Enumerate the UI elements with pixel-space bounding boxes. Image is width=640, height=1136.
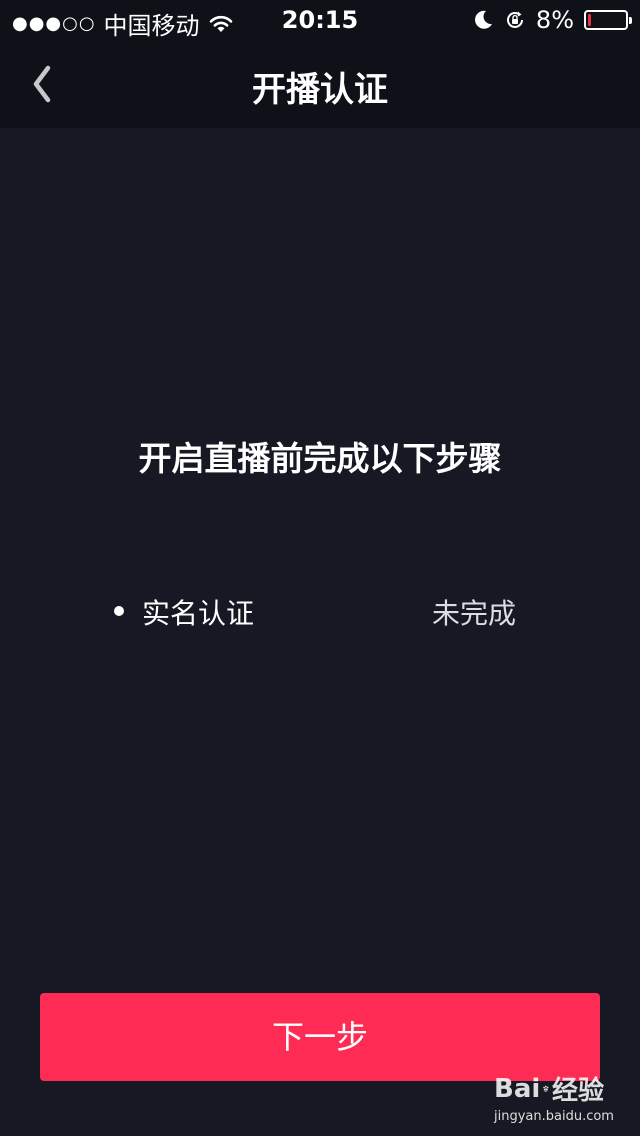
status-bar: ●●●○○ 中国移动 20:15 8%: [0, 0, 640, 40]
next-step-button[interactable]: 下一步: [40, 993, 600, 1081]
baidu-jingyan-watermark: Bai du 经验 jingyan.baidu.com: [494, 1070, 614, 1130]
step-label: 实名认证: [142, 597, 255, 630]
nav-bar: 开播认证: [0, 40, 640, 128]
bullet-icon: [114, 606, 124, 616]
watermark-logo-right: 经验: [551, 1076, 604, 1106]
battery-percent: 8%: [535, 6, 574, 34]
watermark-logo: Bai du 经验: [494, 1070, 604, 1107]
battery-fill: [588, 14, 591, 26]
step-item-real-name-verification[interactable]: 实名认证 未完成: [110, 590, 530, 630]
paw-icon: du: [543, 1085, 549, 1092]
screen: ●●●○○ 中国移动 20:15 8% 开播认证 开启直播前完成以下步骤 实名认…: [0, 0, 640, 1136]
steps-heading: 开启直播前完成以下步骤: [138, 439, 502, 478]
battery-icon: [584, 10, 632, 30]
step-status: 未完成: [432, 597, 517, 630]
moon-icon: [474, 10, 492, 29]
watermark-url: jingyan.baidu.com: [494, 1109, 614, 1124]
status-right: 8%: [472, 6, 632, 34]
rotation-lock-icon: [506, 11, 523, 28]
watermark-logo-left: Bai: [494, 1073, 541, 1104]
page-title: 开播认证: [252, 70, 388, 110]
